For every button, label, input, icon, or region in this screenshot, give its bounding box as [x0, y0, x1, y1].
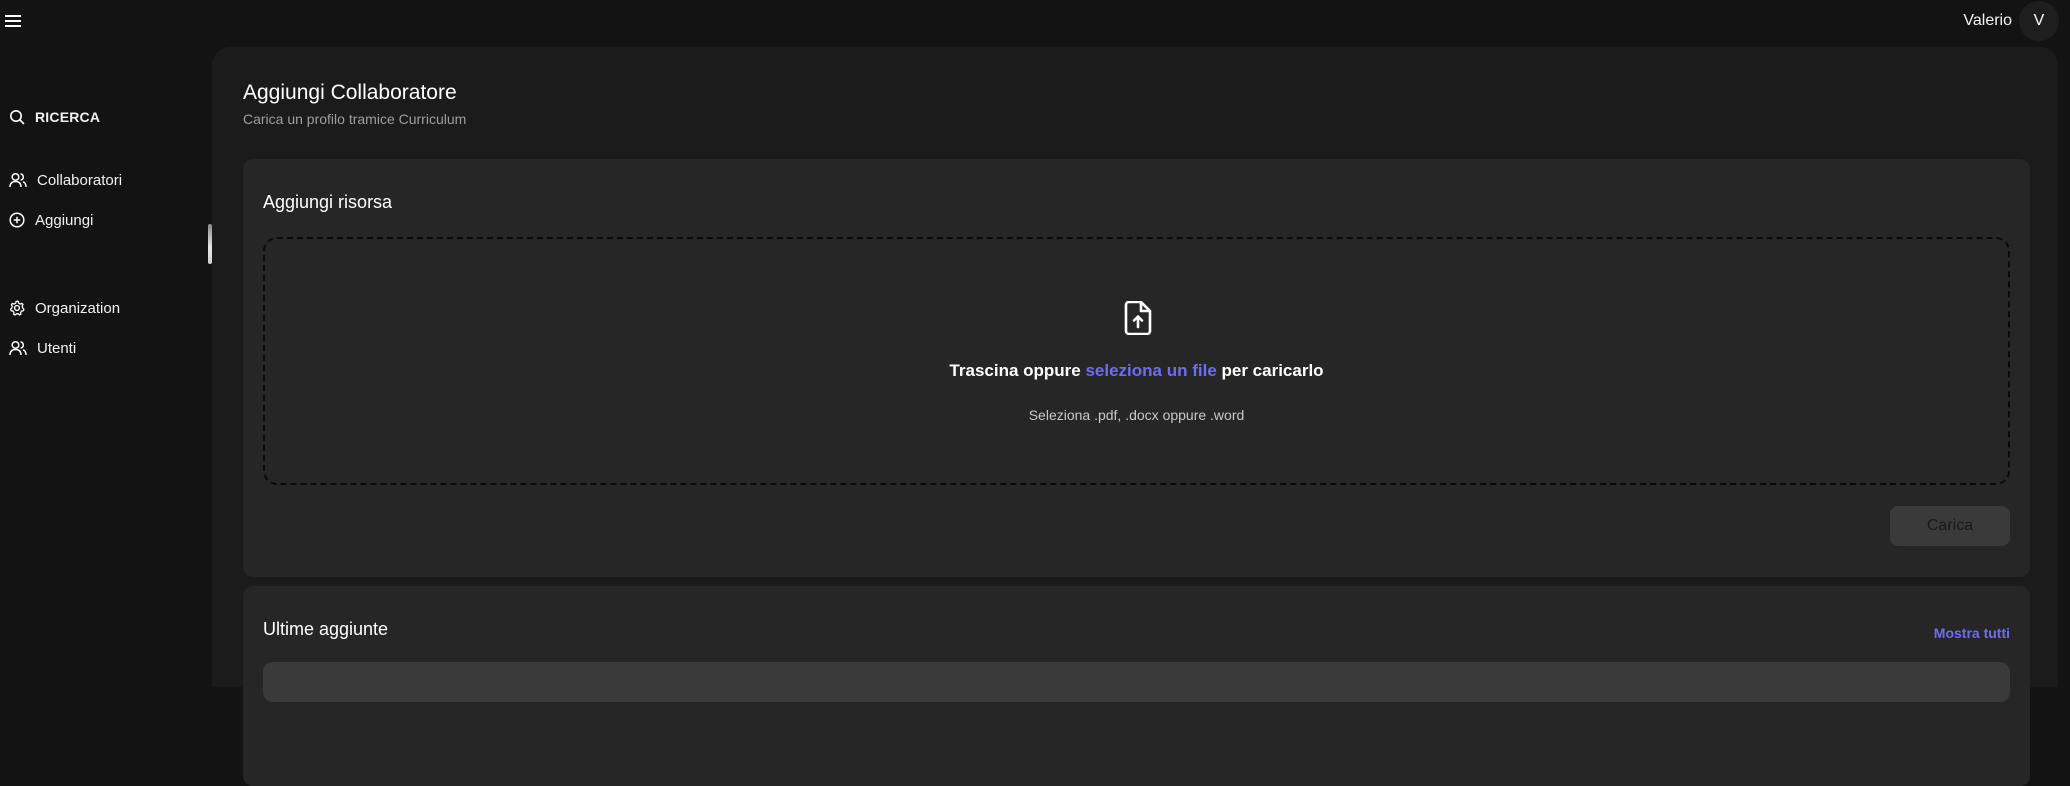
main-panel: Aggiungi Collaboratore Carica un profilo… [212, 47, 2058, 786]
sidebar-item-label: Organization [35, 299, 121, 317]
dropzone-text: Trascina oppure seleziona un file per ca… [265, 361, 2008, 381]
hamburger-icon [5, 15, 21, 27]
gear-icon [9, 300, 25, 316]
sidebar-item-label: Aggiungi [35, 211, 94, 229]
recent-card-title: Ultime aggiunte [263, 619, 389, 639]
avatar[interactable]: V [2019, 1, 2059, 41]
dropzone-text-before: Trascina oppure [949, 361, 1086, 380]
recent-additions-card: Ultime aggiunte Mostra tutti [243, 586, 2030, 786]
dropzone-text-after: per caricarlo [1216, 361, 1324, 380]
sidebar-item-collaboratori[interactable]: Collaboratori [0, 162, 200, 198]
page-title: Aggiungi Collaboratore [243, 81, 457, 104]
search-icon [10, 110, 25, 125]
sidebar-item-label: Collaboratori [37, 171, 123, 189]
page-subtitle: Carica un profilo tramice Curriculum [243, 111, 467, 127]
show-all-link[interactable]: Mostra tutti [1934, 625, 2010, 641]
top-bar: Valerio V [0, 0, 2070, 42]
list-item[interactable] [263, 662, 2010, 702]
user-name: Valerio [1963, 12, 2012, 29]
sidebar-item-label: Utenti [37, 339, 77, 357]
upload-card-title: Aggiungi risorsa [263, 192, 393, 212]
sidebar-item-aggiungi[interactable]: Aggiungi [0, 202, 200, 238]
sidebar-item-utenti[interactable]: Utenti [0, 330, 200, 366]
hamburger-menu-button[interactable] [2, 11, 24, 31]
sidebar-item-organization[interactable]: Organization [0, 290, 200, 326]
select-file-link[interactable]: seleziona un file [1085, 361, 1216, 380]
users-icon [9, 340, 27, 356]
sidebar: RICERCA Collaboratori Aggiungi Organizat… [0, 42, 212, 672]
upload-card: Aggiungi risorsa Trascina oppure selezio… [243, 159, 2030, 577]
file-upload-icon [1124, 301, 1152, 335]
upload-button[interactable]: Carica [1890, 506, 2010, 546]
dropzone-hint: Seleziona .pdf, .docx oppure .word [1028, 407, 1245, 423]
sidebar-item-label: RICERCA [35, 109, 101, 125]
sidebar-item-ricerca[interactable]: RICERCA [0, 99, 200, 135]
file-dropzone[interactable]: Trascina oppure seleziona un file per ca… [263, 237, 2010, 485]
plus-circle-icon [9, 212, 25, 228]
users-icon [9, 172, 27, 188]
